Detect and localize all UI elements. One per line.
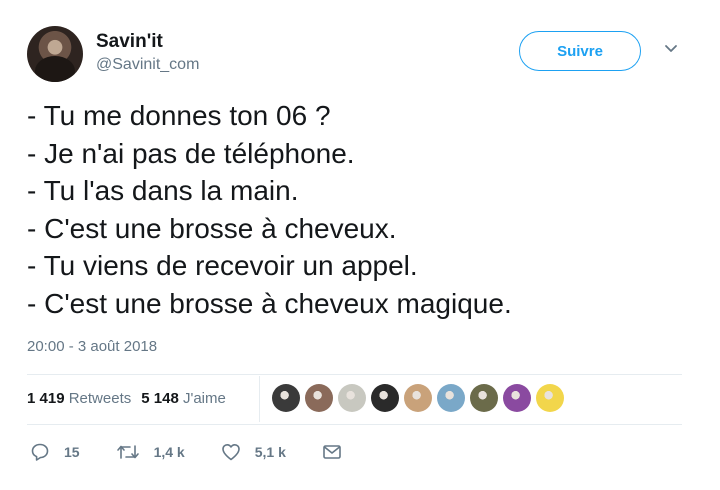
like-button[interactable]: 5,1 k <box>221 442 286 462</box>
tweet-line: - C'est une brosse à cheveux. <box>27 212 397 244</box>
retweet-button[interactable]: 1,4 k <box>116 442 185 462</box>
retweets-label: Retweets <box>68 390 132 407</box>
likes-label: J'aime <box>182 390 226 407</box>
tweet-line: - C'est une brosse à cheveux magique. <box>27 287 512 319</box>
direct-message-button[interactable] <box>322 443 356 461</box>
like-count: 5,1 k <box>254 444 286 460</box>
tweet-line: - Je n'ai pas de téléphone. <box>27 137 355 169</box>
divider <box>27 374 682 375</box>
tweet-text: - Tu me donnes ton 06 ? - Je n'ai pas de… <box>27 97 512 322</box>
likes-count: 5 148 <box>141 390 179 407</box>
display-name[interactable]: Savin'it <box>96 31 163 53</box>
tweet-line: - Tu me donnes ton 06 ? <box>27 100 331 131</box>
reply-icon <box>31 443 49 461</box>
reply-count: 15 <box>64 444 80 460</box>
liker-avatar[interactable] <box>536 384 564 412</box>
retweets-stat[interactable]: 1 419 Retweets <box>27 390 131 407</box>
likes-stat[interactable]: 5 148 J'aime <box>141 390 226 407</box>
stats-separator <box>259 376 260 422</box>
engagement-stats: 1 419 Retweets 5 148 J'aime <box>27 390 226 407</box>
liker-avatar[interactable] <box>437 384 465 412</box>
liker-avatar[interactable] <box>272 384 300 412</box>
liker-avatar[interactable] <box>503 384 531 412</box>
divider <box>27 424 682 425</box>
tweet-actions: 15 1,4 k 5,1 k <box>30 442 392 462</box>
liker-avatar[interactable] <box>371 384 399 412</box>
liker-avatars <box>272 384 569 412</box>
follow-button[interactable]: Suivre <box>519 31 641 71</box>
avatar[interactable] <box>27 26 83 82</box>
liker-avatar[interactable] <box>305 384 333 412</box>
reply-button[interactable]: 15 <box>30 442 80 462</box>
tweet-line: - Tu l'as dans la main. <box>27 175 299 206</box>
tweet-line: - Tu viens de recevoir un appel. <box>27 250 418 281</box>
retweets-count: 1 419 <box>27 390 65 407</box>
liker-avatar[interactable] <box>404 384 432 412</box>
retweet-count: 1,4 k <box>153 444 185 460</box>
tweet-timestamp[interactable]: 20:00 - 3 août 2018 <box>27 338 157 355</box>
heart-icon <box>221 444 240 461</box>
envelope-icon <box>323 445 341 459</box>
user-handle[interactable]: @Savinit_com <box>96 56 199 74</box>
retweet-icon <box>116 445 139 459</box>
chevron-down-icon[interactable] <box>664 44 678 54</box>
liker-avatar[interactable] <box>470 384 498 412</box>
liker-avatar[interactable] <box>338 384 366 412</box>
